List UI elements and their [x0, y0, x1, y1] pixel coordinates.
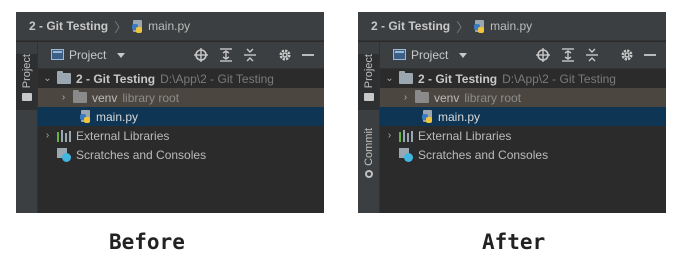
- tree-row-external-libraries[interactable]: › External Libraries: [380, 126, 666, 145]
- external-libraries-label: External Libraries: [76, 128, 170, 143]
- tree-row-external-libraries[interactable]: › External Libraries: [38, 126, 324, 145]
- crosshair-icon[interactable]: [194, 48, 208, 62]
- side-tab-project-label: Project: [362, 54, 375, 89]
- ide-panel-before: 2 - Git Testing 〉 main.py Project Projec…: [16, 12, 324, 213]
- folder-icon: [21, 93, 32, 102]
- breadcrumb: 2 - Git Testing 〉 main.py: [16, 12, 324, 41]
- expand-all-icon[interactable]: [561, 48, 575, 62]
- folder-icon: [73, 90, 87, 103]
- caption-after: After: [482, 230, 546, 254]
- library-icon: [57, 129, 71, 142]
- view-selector-label[interactable]: Project: [69, 48, 106, 62]
- chevron-right-icon[interactable]: ›: [59, 92, 68, 103]
- project-toolbar: Project: [380, 42, 666, 69]
- tree-row-venv[interactable]: › venv library root: [38, 88, 324, 107]
- python-file-icon: [131, 19, 144, 33]
- gear-icon[interactable]: [620, 48, 634, 62]
- python-file-icon: [421, 110, 434, 123]
- root-folder-name: 2 - Git Testing: [418, 71, 498, 86]
- breadcrumb-separator-icon: 〉: [456, 19, 470, 35]
- project-view-icon: [51, 49, 64, 60]
- chevron-down-icon[interactable]: ⌄: [43, 73, 52, 84]
- external-libraries-label: External Libraries: [418, 128, 512, 143]
- folder-icon: [415, 90, 429, 103]
- view-selector-label[interactable]: Project: [411, 48, 448, 62]
- crosshair-icon[interactable]: [536, 48, 550, 62]
- tree-row-main-py[interactable]: main.py: [380, 107, 666, 126]
- side-tab-project[interactable]: Project: [358, 54, 379, 110]
- side-tab-project-label: Project: [20, 54, 33, 89]
- chevron-right-icon[interactable]: ›: [43, 130, 52, 141]
- tree-row-scratches[interactable]: Scratches and Consoles: [380, 145, 666, 164]
- side-tab-project[interactable]: Project: [16, 54, 37, 110]
- chevron-down-icon[interactable]: [117, 53, 125, 58]
- scratches-label: Scratches and Consoles: [76, 147, 207, 162]
- side-tab-commit-label: Commit: [362, 128, 375, 166]
- project-toolbar: Project: [38, 42, 324, 69]
- python-file-icon: [473, 19, 486, 33]
- commit-icon: [364, 169, 373, 178]
- venv-folder-name: venv: [434, 90, 460, 105]
- chevron-down-icon[interactable]: [459, 53, 467, 58]
- folder-icon: [363, 93, 374, 102]
- chevron-down-icon[interactable]: ⌄: [385, 73, 394, 84]
- tool-window-stripe: Project Commit: [358, 42, 380, 213]
- breadcrumb-file[interactable]: main.py: [490, 19, 532, 33]
- library-icon: [399, 129, 413, 142]
- folder-icon: [57, 71, 71, 84]
- project-view-icon: [393, 49, 406, 60]
- chevron-right-icon[interactable]: ›: [401, 92, 410, 103]
- collapse-all-icon[interactable]: [243, 48, 257, 62]
- expand-all-icon[interactable]: [219, 48, 233, 62]
- venv-note: library root: [464, 90, 522, 105]
- breadcrumb-separator-icon: 〉: [114, 19, 128, 35]
- breadcrumb-project[interactable]: 2 - Git Testing: [29, 19, 108, 33]
- gear-icon[interactable]: [278, 48, 292, 62]
- file-name: main.py: [96, 109, 139, 124]
- tree-row-scratches[interactable]: Scratches and Consoles: [38, 145, 324, 164]
- minimize-icon[interactable]: [301, 48, 315, 62]
- venv-folder-name: venv: [92, 90, 118, 105]
- tree-row-main-py[interactable]: main.py: [38, 107, 324, 126]
- breadcrumb-file[interactable]: main.py: [148, 19, 190, 33]
- chevron-right-icon[interactable]: ›: [385, 130, 394, 141]
- tree-row-root[interactable]: ⌄ 2 - Git Testing D:\App\2 - Git Testing: [380, 69, 666, 88]
- scratches-icon: [399, 147, 413, 162]
- minimize-icon[interactable]: [643, 48, 657, 62]
- tree-row-venv[interactable]: › venv library root: [380, 88, 666, 107]
- ide-panel-after: 2 - Git Testing 〉 main.py Project Commit…: [358, 12, 666, 213]
- breadcrumb: 2 - Git Testing 〉 main.py: [358, 12, 666, 41]
- root-folder-name: 2 - Git Testing: [76, 71, 156, 86]
- breadcrumb-project[interactable]: 2 - Git Testing: [371, 19, 450, 33]
- scratches-label: Scratches and Consoles: [418, 147, 549, 162]
- python-file-icon: [79, 110, 92, 123]
- scratches-icon: [57, 147, 71, 162]
- tool-window-stripe: Project: [16, 42, 38, 213]
- venv-note: library root: [122, 90, 180, 105]
- root-folder-path: D:\App\2 - Git Testing: [502, 71, 616, 86]
- tree-row-root[interactable]: ⌄ 2 - Git Testing D:\App\2 - Git Testing: [38, 69, 324, 88]
- file-name: main.py: [438, 109, 481, 124]
- folder-icon: [399, 71, 413, 84]
- root-folder-path: D:\App\2 - Git Testing: [160, 71, 274, 86]
- side-tab-commit[interactable]: Commit: [358, 128, 379, 184]
- caption-before: Before: [109, 230, 185, 254]
- collapse-all-icon[interactable]: [585, 48, 599, 62]
